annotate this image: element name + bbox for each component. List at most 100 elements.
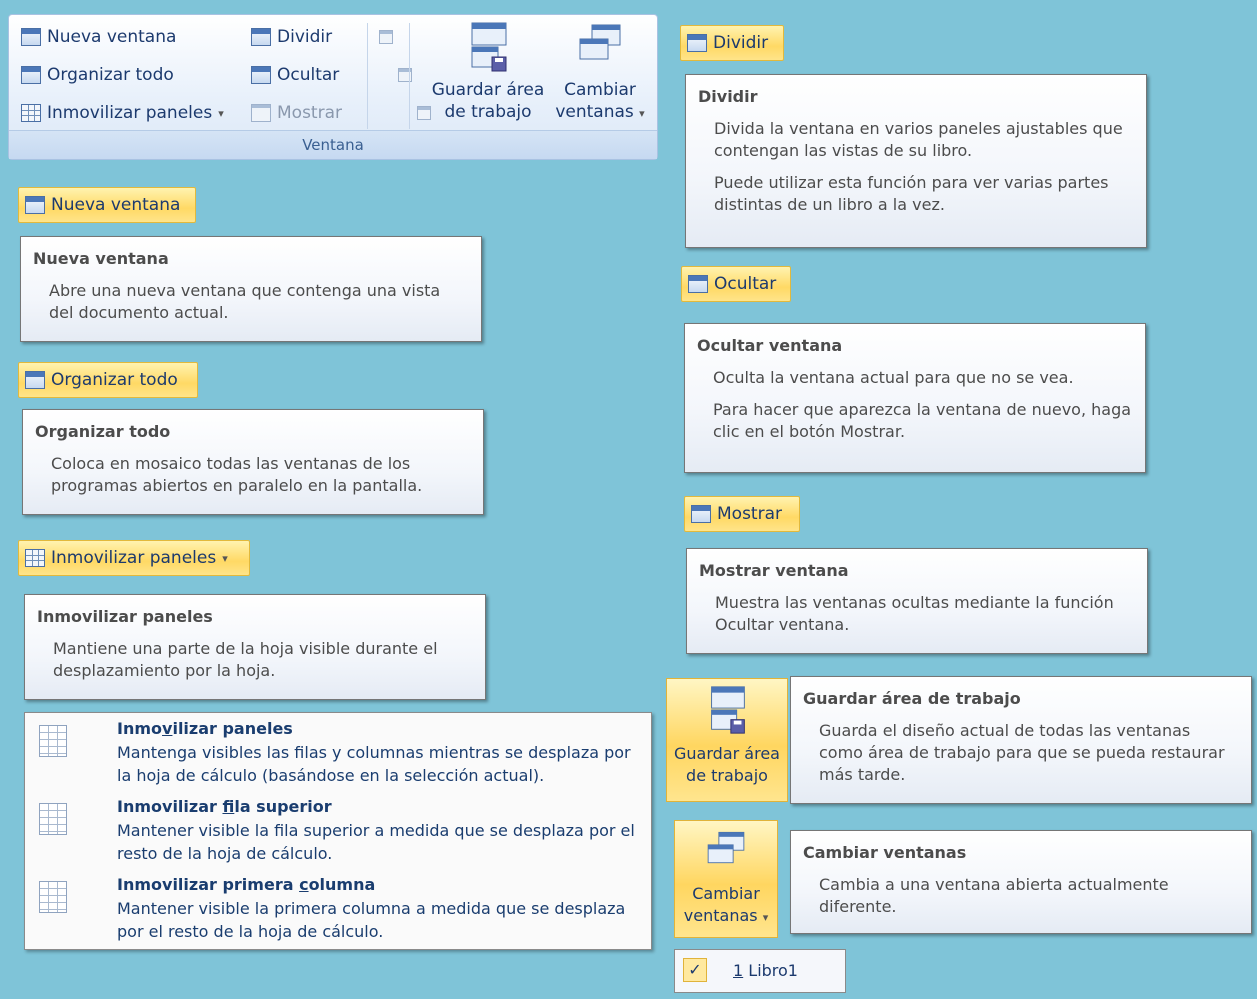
cambiar-label-line1: Cambiar bbox=[564, 80, 636, 100]
cambiar-highlight-label-line1: Cambiar bbox=[692, 884, 760, 903]
tooltip-inmovilizar-paneles: Inmovilizar paneles Mantiene una parte d… bbox=[24, 594, 486, 700]
tooltip-title: Dividir bbox=[698, 87, 758, 106]
tooltip-description: Puede utilizar esta función para ver var… bbox=[714, 173, 1109, 214]
inmovilizar-paneles-label: Inmovilizar paneles bbox=[47, 103, 213, 123]
view-side-by-side-icon[interactable] bbox=[379, 30, 393, 44]
menu-item-title: Inmovilizar primera columna bbox=[117, 875, 376, 894]
menu-item-title: Inmovilizar paneles bbox=[117, 719, 293, 738]
chevron-down-icon: ▾ bbox=[218, 106, 224, 120]
ocultar-label: Ocultar bbox=[277, 65, 340, 85]
tooltip-title: Inmovilizar paneles bbox=[37, 607, 213, 626]
ocultar-button[interactable]: Ocultar bbox=[251, 65, 339, 85]
separator bbox=[409, 23, 410, 129]
cambiar-label-line2: ventanas bbox=[555, 102, 634, 122]
hide-window-icon bbox=[251, 66, 271, 84]
tooltip-title: Nueva ventana bbox=[33, 249, 169, 268]
freeze-panes-menu: Inmovilizar paneles Mantenga visibles la… bbox=[24, 712, 652, 950]
inmovilizar-paneles-highlight-button[interactable]: Inmovilizar paneles ▾ bbox=[18, 540, 250, 576]
mostrar-button[interactable]: Mostrar bbox=[251, 103, 342, 123]
tooltip-title: Mostrar ventana bbox=[699, 561, 849, 580]
guardar-area-highlight-button[interactable]: Guardar área de trabajo bbox=[666, 678, 788, 802]
tooltip-cambiar-ventanas: Cambiar ventanas Cambia a una ventana ab… bbox=[790, 830, 1252, 934]
nueva-ventana-highlight-label: Nueva ventana bbox=[51, 195, 181, 215]
nueva-ventana-button[interactable]: Nueva ventana bbox=[21, 27, 176, 47]
window-list-item-libro1[interactable]: ✓ 1 Libro1 bbox=[674, 949, 846, 993]
tooltip-description: Mantiene una parte de la hoja visible du… bbox=[53, 639, 438, 680]
chevron-down-icon: ▾ bbox=[639, 107, 645, 120]
menu-item-title: Inmovilizar fila superior bbox=[117, 797, 332, 816]
inmovilizar-paneles-button[interactable]: Inmovilizar paneles ▾ bbox=[21, 103, 224, 123]
unhide-window-icon bbox=[691, 505, 711, 523]
arrange-all-icon bbox=[25, 371, 45, 389]
tooltip-nueva-ventana: Nueva ventana Abre una nueva ventana que… bbox=[20, 236, 482, 342]
organizar-todo-highlight-button[interactable]: Organizar todo bbox=[18, 362, 198, 398]
guardar-label-line1: Guardar área bbox=[431, 80, 545, 100]
tooltip-title: Ocultar ventana bbox=[697, 336, 843, 355]
switch-windows-icon bbox=[579, 24, 621, 60]
save-workspace-icon bbox=[711, 686, 745, 734]
tooltip-description: Abre una nueva ventana que contenga una … bbox=[49, 281, 441, 322]
dividir-highlight-button[interactable]: Dividir bbox=[680, 25, 784, 61]
tooltip-guardar-area: Guardar área de trabajo Guarda el diseño… bbox=[790, 676, 1252, 804]
menu-item-inmovilizar-primera-columna[interactable]: Inmovilizar primera columna Mantener vis… bbox=[25, 869, 651, 947]
tooltip-title: Guardar área de trabajo bbox=[803, 689, 1021, 708]
separator bbox=[367, 23, 368, 129]
tooltip-dividir: Dividir Divida la ventana en varios pane… bbox=[685, 74, 1147, 248]
group-label: Ventana bbox=[9, 130, 657, 159]
tooltip-mostrar: Mostrar ventana Muestra las ventanas ocu… bbox=[686, 548, 1148, 654]
tooltip-description: Muestra las ventanas ocultas mediante la… bbox=[715, 593, 1114, 634]
mostrar-highlight-label: Mostrar bbox=[717, 504, 782, 524]
new-window-icon bbox=[21, 28, 41, 46]
guardar-highlight-label-line1: Guardar área bbox=[674, 744, 780, 763]
tooltip-title: Organizar todo bbox=[35, 422, 171, 441]
freeze-panes-icon bbox=[25, 549, 45, 567]
dividir-label: Dividir bbox=[277, 27, 333, 47]
hide-window-icon bbox=[688, 275, 708, 293]
tooltip-organizar-todo: Organizar todo Coloca en mosaico todas l… bbox=[22, 409, 484, 515]
menu-item-inmovilizar-fila-superior[interactable]: Inmovilizar fila superior Mantener visib… bbox=[25, 791, 651, 869]
tooltip-description: Divida la ventana en varios paneles ajus… bbox=[714, 119, 1123, 160]
tooltip-ocultar: Ocultar ventana Oculta la ventana actual… bbox=[684, 323, 1146, 473]
unhide-window-icon bbox=[251, 104, 271, 122]
menu-item-inmovilizar-paneles[interactable]: Inmovilizar paneles Mantenga visibles la… bbox=[25, 713, 651, 791]
ribbon-group-ventana: Nueva ventana Organizar todo Inmovilizar… bbox=[8, 14, 658, 160]
cambiar-ventanas-highlight-button[interactable]: Cambiar ventanas ▾ bbox=[674, 820, 778, 938]
tooltip-description: Guarda el diseño actual de todas las ven… bbox=[819, 721, 1225, 784]
arrange-all-icon bbox=[21, 66, 41, 84]
freeze-panes-icon bbox=[39, 725, 67, 757]
guardar-label-line2: de trabajo bbox=[444, 102, 532, 122]
mostrar-label: Mostrar bbox=[277, 103, 342, 123]
menu-item-description: Mantener visible la fila superior a medi… bbox=[117, 821, 635, 863]
tooltip-description: Para hacer que aparezca la ventana de nu… bbox=[713, 400, 1132, 441]
ocultar-highlight-button[interactable]: Ocultar bbox=[681, 266, 791, 302]
freeze-first-column-icon bbox=[39, 881, 67, 913]
inmovilizar-paneles-highlight-label: Inmovilizar paneles bbox=[51, 548, 217, 568]
ocultar-highlight-label: Ocultar bbox=[714, 274, 777, 294]
cambiar-ventanas-button[interactable]: Cambiar ventanas ▾ bbox=[549, 19, 651, 129]
menu-item-description: Mantenga visibles las filas y columnas m… bbox=[117, 743, 631, 785]
split-icon bbox=[687, 34, 707, 52]
check-icon: ✓ bbox=[683, 958, 707, 982]
organizar-todo-label: Organizar todo bbox=[47, 65, 174, 85]
mostrar-highlight-button[interactable]: Mostrar bbox=[684, 496, 800, 532]
nueva-ventana-highlight-button[interactable]: Nueva ventana bbox=[18, 187, 196, 223]
tooltip-description: Oculta la ventana actual para que no se … bbox=[713, 368, 1074, 387]
nueva-ventana-label: Nueva ventana bbox=[47, 27, 177, 47]
chevron-down-icon: ▾ bbox=[762, 911, 769, 924]
freeze-panes-icon bbox=[21, 104, 41, 122]
tooltip-description: Cambia a una ventana abierta actualmente… bbox=[819, 875, 1169, 916]
tooltip-description: Coloca en mosaico todas las ventanas de … bbox=[51, 454, 423, 495]
new-window-icon bbox=[25, 196, 45, 214]
guardar-highlight-label-line2: de trabajo bbox=[686, 766, 768, 785]
organizar-todo-highlight-label: Organizar todo bbox=[51, 370, 178, 390]
split-icon bbox=[251, 28, 271, 46]
organizar-todo-button[interactable]: Organizar todo bbox=[21, 65, 174, 85]
chevron-down-icon: ▾ bbox=[222, 551, 228, 565]
dividir-highlight-label: Dividir bbox=[713, 33, 769, 53]
save-workspace-icon bbox=[471, 22, 507, 72]
dividir-button[interactable]: Dividir bbox=[251, 27, 332, 47]
tooltip-title: Cambiar ventanas bbox=[803, 843, 967, 862]
guardar-area-button[interactable]: Guardar área de trabajo bbox=[427, 19, 549, 129]
cambiar-highlight-label-line2: ventanas bbox=[683, 906, 758, 925]
window-list-label: 1 Libro1 bbox=[733, 961, 798, 980]
